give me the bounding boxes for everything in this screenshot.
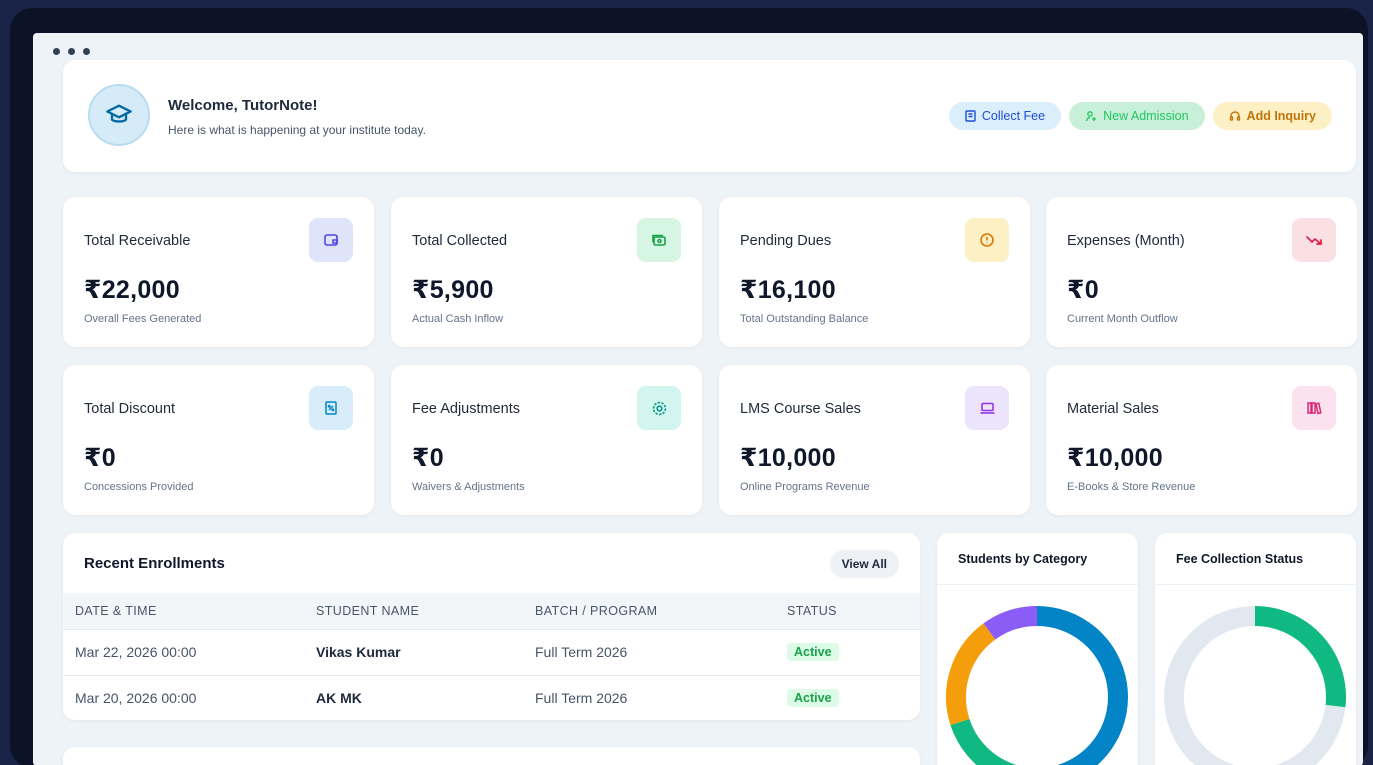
stat-value: ₹0 bbox=[1067, 276, 1099, 304]
students-by-category-title: Students by Category bbox=[937, 533, 1138, 585]
recent-enrollments-card: Recent Enrollments View All DATE & TIME … bbox=[63, 533, 920, 720]
stat-card-fee-adjustments[interactable]: Fee Adjustments ₹0 Waivers & Adjustments bbox=[391, 365, 702, 515]
stat-label: LMS Course Sales bbox=[740, 401, 861, 417]
stat-value: ₹22,000 bbox=[84, 276, 180, 304]
stat-value: ₹0 bbox=[412, 444, 444, 472]
graduation-cap-icon bbox=[88, 84, 150, 146]
stat-subtitle: E-Books & Store Revenue bbox=[1067, 481, 1196, 493]
stat-subtitle: Concessions Provided bbox=[84, 481, 194, 493]
receipt-icon bbox=[965, 110, 976, 122]
welcome-subtitle: Here is what is happening at your instit… bbox=[168, 123, 426, 137]
stat-subtitle: Actual Cash Inflow bbox=[412, 313, 504, 325]
stat-subtitle: Total Outstanding Balance bbox=[740, 313, 869, 325]
fee-collection-status-chart bbox=[1164, 606, 1346, 765]
stat-label: Expenses (Month) bbox=[1067, 233, 1185, 249]
table-row[interactable]: Mar 20, 2026 00:00 AK MK Full Term 2026 … bbox=[63, 675, 920, 720]
students-by-category-card: Students by Category bbox=[937, 533, 1138, 765]
collect-fee-button[interactable]: Collect Fee bbox=[948, 102, 1062, 130]
headset-icon bbox=[1229, 111, 1240, 121]
stat-label: Fee Adjustments bbox=[412, 401, 520, 417]
welcome-title: Welcome, TutorNote! bbox=[168, 97, 318, 114]
alert-circle-icon bbox=[965, 218, 1009, 262]
wallet-icon bbox=[309, 218, 353, 262]
stat-label: Total Receivable bbox=[84, 233, 191, 249]
device-frame: Welcome, TutorNote! Here is what is happ… bbox=[10, 8, 1368, 765]
next-section-card bbox=[63, 747, 920, 765]
cash-icon bbox=[637, 218, 681, 262]
view-all-button[interactable]: View All bbox=[829, 550, 899, 578]
stat-subtitle: Waivers & Adjustments bbox=[412, 481, 525, 493]
stat-card-lms-course-sales[interactable]: LMS Course Sales ₹10,000 Online Programs… bbox=[719, 365, 1030, 515]
cell-status: Active bbox=[787, 629, 920, 676]
donut-slice-3[interactable] bbox=[983, 606, 1038, 640]
cell-student-name: Vikas Kumar bbox=[316, 629, 535, 676]
stat-card-expenses-month[interactable]: Expenses (Month) ₹0 Current Month Outflo… bbox=[1046, 197, 1357, 347]
cell-date: Mar 20, 2026 00:00 bbox=[75, 690, 197, 707]
stat-value: ₹16,100 bbox=[740, 276, 836, 304]
donut-slice-1[interactable] bbox=[950, 718, 1062, 765]
add-inquiry-label: Add Inquiry bbox=[1246, 109, 1316, 123]
cell-batch: Full Term 2026 bbox=[535, 629, 787, 676]
welcome-banner: Welcome, TutorNote! Here is what is happ… bbox=[63, 60, 1356, 172]
stat-value: ₹10,000 bbox=[740, 444, 836, 472]
stat-label: Pending Dues bbox=[740, 233, 832, 249]
column-student-name[interactable]: STUDENT NAME bbox=[316, 593, 535, 630]
stat-card-total-discount[interactable]: Total Discount ₹0 Concessions Provided bbox=[63, 365, 374, 515]
add-inquiry-button[interactable]: Add Inquiry bbox=[1212, 102, 1332, 130]
stat-card-pending-dues[interactable]: Pending Dues ₹16,100 Total Outstanding B… bbox=[719, 197, 1030, 347]
new-admission-button[interactable]: New Admission bbox=[1069, 102, 1205, 130]
fee-collection-status-card: Fee Collection Status bbox=[1155, 533, 1356, 765]
stat-card-material-sales[interactable]: Material Sales ₹10,000 E-Books & Store R… bbox=[1046, 365, 1357, 515]
students-by-category-chart bbox=[946, 606, 1128, 765]
cell-status: Active bbox=[787, 675, 920, 720]
stat-label: Material Sales bbox=[1067, 401, 1159, 417]
dashboard-screen: Welcome, TutorNote! Here is what is happ… bbox=[33, 33, 1363, 765]
stat-card-total-receivable[interactable]: Total Receivable ₹22,000 Overall Fees Ge… bbox=[63, 197, 374, 347]
status-badge: Active bbox=[787, 643, 839, 661]
stat-value: ₹10,000 bbox=[1067, 444, 1163, 472]
column-batch-program[interactable]: BATCH / PROGRAM bbox=[535, 593, 787, 630]
stat-subtitle: Online Programs Revenue bbox=[740, 481, 870, 493]
quick-actions: Collect Fee New Admission Add Inquiry bbox=[948, 102, 1332, 130]
gear-icon bbox=[637, 386, 681, 430]
stat-label: Total Discount bbox=[84, 401, 176, 417]
window-dots bbox=[53, 48, 90, 55]
fee-collection-status-title: Fee Collection Status bbox=[1155, 533, 1356, 585]
stat-card-total-collected[interactable]: Total Collected ₹5,900 Actual Cash Inflo… bbox=[391, 197, 702, 347]
user-plus-icon bbox=[1085, 111, 1097, 122]
stat-subtitle: Current Month Outflow bbox=[1067, 313, 1178, 325]
stat-value: ₹5,900 bbox=[412, 276, 494, 304]
stat-label: Total Collected bbox=[412, 233, 508, 249]
stat-value: ₹0 bbox=[84, 444, 116, 472]
laptop-icon bbox=[965, 386, 1009, 430]
books-icon bbox=[1292, 386, 1336, 430]
stat-subtitle: Overall Fees Generated bbox=[84, 313, 202, 325]
cell-batch: Full Term 2026 bbox=[535, 690, 628, 707]
receipt-percent-icon bbox=[309, 386, 353, 430]
donut-slice-2[interactable] bbox=[946, 623, 996, 726]
column-date-time[interactable]: DATE & TIME bbox=[63, 593, 316, 630]
recent-enrollments-title: Recent Enrollments bbox=[84, 555, 225, 572]
table-header-row: DATE & TIME STUDENT NAME BATCH / PROGRAM… bbox=[63, 593, 920, 630]
trending-down-icon bbox=[1292, 218, 1336, 262]
status-badge: Active bbox=[787, 689, 839, 708]
column-status[interactable]: STATUS bbox=[787, 593, 920, 630]
collect-fee-label: Collect Fee bbox=[981, 109, 1046, 123]
cell-student-name: AK MK bbox=[316, 690, 362, 707]
donut-slice-0[interactable] bbox=[1254, 606, 1346, 708]
new-admission-label: New Admission bbox=[1103, 109, 1189, 123]
enrollments-table: DATE & TIME STUDENT NAME BATCH / PROGRAM… bbox=[63, 593, 920, 720]
cell-date: Mar 22, 2026 00:00 bbox=[63, 629, 316, 676]
donut-slice-0[interactable] bbox=[1036, 606, 1128, 765]
table-row[interactable]: Mar 22, 2026 00:00 Vikas Kumar Full Term… bbox=[63, 629, 920, 676]
